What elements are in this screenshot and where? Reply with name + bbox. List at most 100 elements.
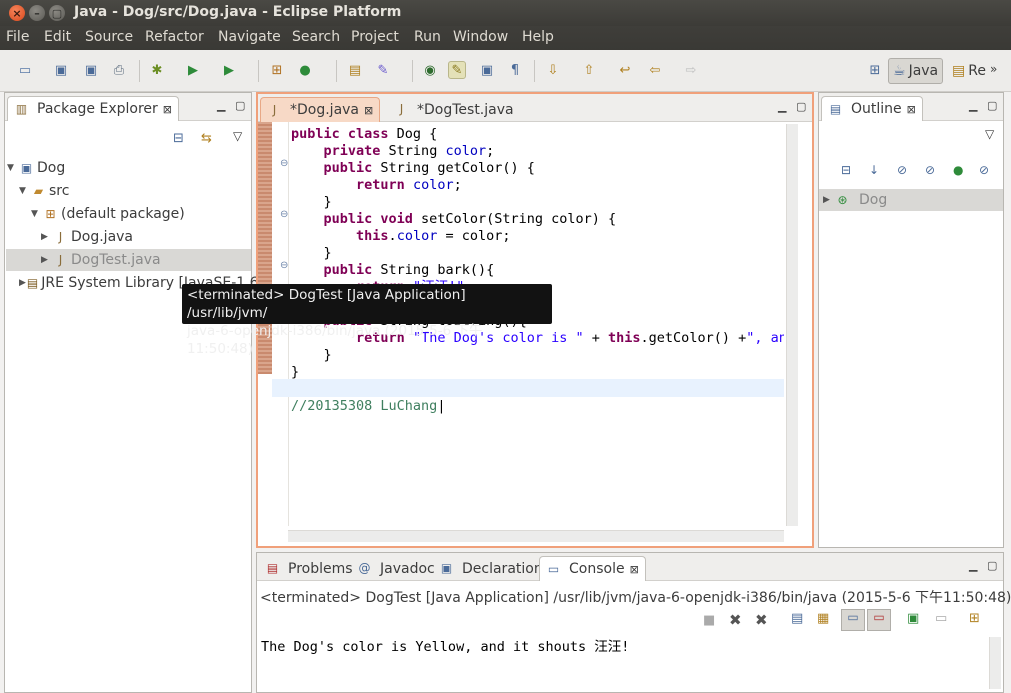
minimize-window-icon[interactable]: – xyxy=(29,5,45,21)
print-icon[interactable]: ⎙ xyxy=(110,61,128,79)
new-package-icon[interactable]: ⊞ xyxy=(268,61,286,79)
console-output: The Dog's color is Yellow, and it shouts… xyxy=(261,639,630,655)
show-stderr-icon[interactable]: ▭ xyxy=(867,609,891,631)
block-selection-icon[interactable]: ▣ xyxy=(478,61,496,79)
maximize-icon[interactable]: ▢ xyxy=(235,99,245,112)
editor-vertical-scrollbar[interactable] xyxy=(786,124,798,526)
console-panel: ▤ Problems @ Javadoc ▣ Declaration ▭ Console… xyxy=(256,552,1011,693)
tree-item-default-package[interactable]: ▼ ⊞ (default package) xyxy=(31,203,276,225)
maximize-icon[interactable]: ▢ xyxy=(987,99,997,112)
minimize-icon[interactable]: ▁ xyxy=(969,559,977,572)
last-edit-icon[interactable]: ↩ xyxy=(616,61,634,79)
maximize-icon[interactable]: ▢ xyxy=(796,100,806,113)
view-menu-icon[interactable]: ▽ xyxy=(233,129,242,143)
hide-fields-icon[interactable]: ⊘ xyxy=(897,163,907,177)
display-console-icon[interactable]: ▭ xyxy=(935,611,947,626)
new-icon[interactable]: ▭ xyxy=(16,61,34,79)
new-class-icon[interactable]: ● xyxy=(296,61,314,79)
back-icon[interactable]: ⇦ xyxy=(646,61,664,79)
minimize-icon[interactable]: ▁ xyxy=(969,99,977,112)
menu-source[interactable]: Source xyxy=(85,29,133,45)
hide-nonpublic-icon[interactable]: ● xyxy=(953,163,963,177)
menu-window[interactable]: Window xyxy=(453,29,508,45)
menu-navigate[interactable]: Navigate xyxy=(218,29,281,45)
minimize-icon[interactable]: ▁ xyxy=(217,99,225,112)
menu-help[interactable]: Help xyxy=(522,29,554,45)
fold-icon[interactable]: ⊖ xyxy=(280,158,288,169)
next-annotation-icon[interactable]: ⇩ xyxy=(544,61,562,79)
library-icon: ▤ xyxy=(26,275,39,290)
terminate-icon[interactable]: ■ xyxy=(703,613,715,628)
more-perspectives-button[interactable]: » xyxy=(990,62,997,76)
collapse-all-icon[interactable]: ⊟ xyxy=(841,163,851,177)
maximize-window-icon[interactable]: ▢ xyxy=(49,5,65,21)
hide-local-types-icon[interactable]: ⊘ xyxy=(979,163,989,177)
problems-icon: ▤ xyxy=(266,561,279,575)
close-tab-icon[interactable]: ⊠ xyxy=(630,563,639,576)
tab-dog-java[interactable]: J *Dog.java ⊠ xyxy=(260,97,381,122)
save-all-icon[interactable]: ▣ xyxy=(82,61,100,79)
show-stdout-icon[interactable]: ▭ xyxy=(841,609,865,631)
open-console-icon[interactable]: ⊞ xyxy=(969,611,980,626)
remove-launch-icon[interactable]: ✖ xyxy=(729,611,742,629)
open-perspective-icon[interactable]: ⊞ xyxy=(866,61,884,79)
remove-all-icon[interactable]: ✖ xyxy=(755,611,768,629)
tree-item-src[interactable]: ▼ ▰ src xyxy=(19,180,264,202)
editor-horizontal-scrollbar[interactable] xyxy=(288,530,784,542)
java-perspective-button[interactable]: ☕ Java xyxy=(888,58,944,84)
menu-run[interactable]: Run xyxy=(414,29,441,45)
tab-console[interactable]: ▭ Console ⊠ xyxy=(539,556,646,581)
menu-edit[interactable]: Edit xyxy=(44,29,71,45)
java-file-icon: J xyxy=(272,102,277,117)
fold-icon[interactable]: ⊖ xyxy=(280,260,288,271)
tab-javadoc[interactable]: @ Javadoc xyxy=(351,556,441,581)
save-icon[interactable]: ▣ xyxy=(52,61,70,79)
title-bar: × – ▢ Java - Dog/src/Dog.java - Eclipse … xyxy=(0,0,1011,26)
mark-occurrences-icon[interactable]: ✎ xyxy=(448,61,466,79)
clear-console-icon[interactable]: ▤ xyxy=(791,611,803,626)
tree-item-project[interactable]: ▼ ▣ Dog xyxy=(7,157,252,179)
open-type-icon[interactable]: ▤ xyxy=(346,61,364,79)
collapse-all-icon[interactable]: ⊟ xyxy=(173,131,184,146)
tab-declaration[interactable]: ▣ Declaration xyxy=(433,556,549,581)
tab-problems[interactable]: ▤ Problems xyxy=(259,556,359,581)
sort-icon[interactable]: ↓ xyxy=(869,163,879,177)
search-icon[interactable]: ✎ xyxy=(374,61,392,79)
tree-item-dog-java[interactable]: ▶ J Dog.java xyxy=(41,226,286,248)
re-perspective-button[interactable]: ▤ Re xyxy=(948,58,990,84)
show-whitespace-icon[interactable]: ¶ xyxy=(506,61,524,79)
close-tab-icon[interactable]: ⊠ xyxy=(907,103,916,116)
run-icon[interactable]: ▶ xyxy=(184,61,202,79)
console-vertical-scrollbar[interactable] xyxy=(989,637,1001,689)
code-line: private String color; xyxy=(323,143,495,159)
scroll-lock-icon[interactable]: ▦ xyxy=(817,611,829,626)
close-tab-icon[interactable]: ⊠ xyxy=(163,103,172,116)
view-menu-icon[interactable]: ▽ xyxy=(985,127,994,141)
tab-outline[interactable]: ▤ Outline ⊠ xyxy=(821,96,923,121)
fold-icon[interactable]: ⊖ xyxy=(280,209,288,220)
code-area[interactable]: public class Dog { private String color;… xyxy=(291,126,784,415)
prev-annotation-icon[interactable]: ⇧ xyxy=(580,61,598,79)
link-editor-icon[interactable]: ⇆ xyxy=(201,131,212,146)
menu-bar: File Edit Source Refactor Navigate Searc… xyxy=(0,26,1011,50)
annotation-icon[interactable]: ◉ xyxy=(421,61,439,79)
outline-item-dog[interactable]: ▶ ⊛ Dog xyxy=(819,189,1003,211)
java-file-icon: J xyxy=(58,252,63,267)
minimize-icon[interactable]: ▁ xyxy=(778,100,786,113)
maximize-icon[interactable]: ▢ xyxy=(987,559,997,572)
tree-item-dogtest-java[interactable]: ▶ J DogTest.java xyxy=(6,249,251,271)
pin-console-icon[interactable]: ▣ xyxy=(907,611,919,626)
code-line: public class Dog { xyxy=(291,126,438,142)
forward-icon[interactable]: ⇨ xyxy=(682,61,700,79)
menu-project[interactable]: Project xyxy=(351,29,399,45)
menu-refactor[interactable]: Refactor xyxy=(145,29,204,45)
menu-file[interactable]: File xyxy=(6,29,29,45)
close-window-icon[interactable]: × xyxy=(9,5,25,21)
run-external-icon[interactable]: ▶ xyxy=(220,61,238,79)
debug-icon[interactable]: ✱ xyxy=(148,61,166,79)
tab-dogtest-java[interactable]: J *DogTest.java xyxy=(388,97,520,122)
menu-search[interactable]: Search xyxy=(292,29,340,45)
tab-package-explorer[interactable]: ▥ Package Explorer ⊠ xyxy=(7,96,179,121)
hide-static-icon[interactable]: ⊘ xyxy=(925,163,935,177)
close-tab-icon[interactable]: ⊠ xyxy=(364,104,373,117)
